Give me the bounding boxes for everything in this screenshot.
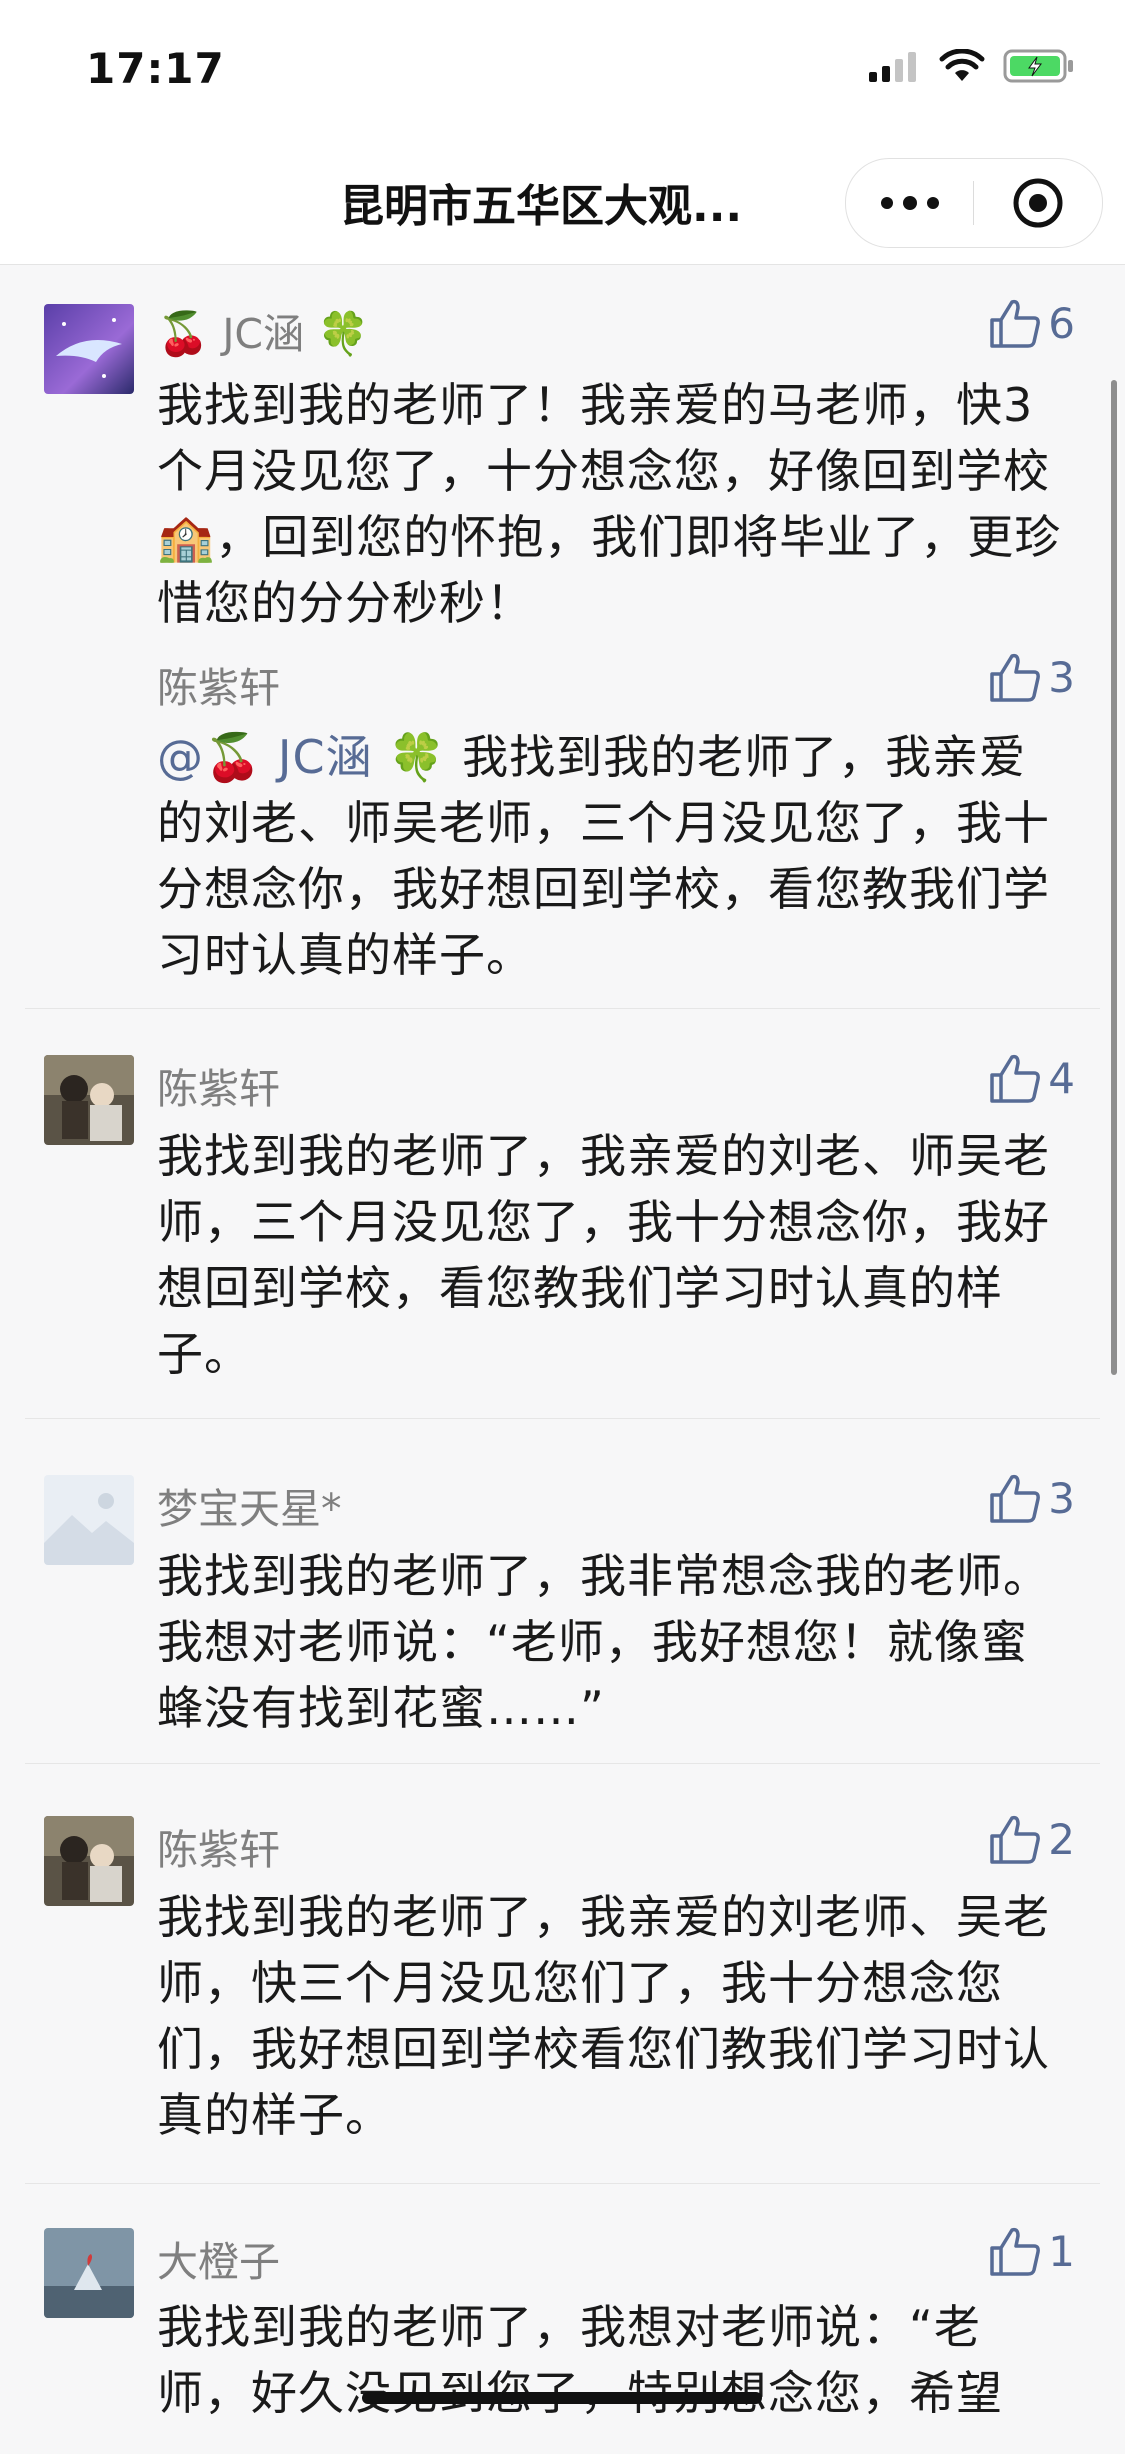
wifi-icon [939, 49, 985, 81]
thumbs-up-icon [990, 299, 1041, 348]
comment-list: 🍒 JC涵 🍀 6 我找到我的老师了！我亲爱的马老师，快3个月没见您了，十分想念… [0, 264, 1125, 2454]
comment-text: 我找到我的老师了，我亲爱的刘老、师吴老师，三个月没见您了，我十分想念你，我好想回… [157, 1129, 1050, 1381]
capsule-menu [845, 158, 1103, 248]
battery-charging-icon [1003, 49, 1073, 83]
avatar[interactable] [44, 2228, 134, 2318]
thumbs-up-icon [990, 653, 1041, 702]
like-count: 1 [1048, 2226, 1075, 2276]
thumbs-up-icon [990, 2227, 1041, 2276]
like-button[interactable]: 1 [988, 2224, 1075, 2278]
avatar-image [44, 1055, 134, 1145]
page-title: 昆明市五华区大观... [340, 181, 743, 232]
like-count: 4 [1048, 1053, 1075, 1103]
image-placeholder-icon [44, 1475, 134, 1565]
thumbs-up-icon [990, 1054, 1041, 1103]
close-mini-program-icon [1013, 178, 1063, 228]
comment-text: 我找到我的老师了，我亲爱的刘老师、吴老师，快三个月没见您们了，我十分想念您们，我… [157, 1890, 1050, 2142]
like-count: 2 [1048, 1814, 1075, 1864]
like-count: 3 [1048, 1473, 1075, 1523]
clover-icon: 🍀 [317, 309, 370, 358]
avatar[interactable] [44, 1055, 134, 1145]
reply-text: @🍒 JC涵 🍀 我找到我的老师了，我亲爱的刘老、师吴老师，三个月没见您了，我十… [157, 724, 1067, 988]
scrollbar[interactable] [1111, 380, 1117, 1375]
comment-item: 陈紫轩 4 我找到我的老师了，我亲爱的刘老、师吴老师，三个月没见您了，我十分想念… [0, 1009, 1125, 1419]
close-mini-program-button[interactable] [974, 159, 1102, 247]
comment-text: 我找到我的老师了，我非常想念我的老师。我想对老师说：“老师，我好想您！就像蜜蜂没… [157, 1549, 1050, 1735]
avatar[interactable] [44, 1475, 134, 1565]
comment-item: 陈紫轩 2 我找到我的老师了，我亲爱的刘老师、吴老师，快三个月没见您们了，我十分… [0, 1764, 1125, 2184]
avatar-image [44, 2228, 134, 2318]
home-indicator[interactable] [362, 2392, 762, 2404]
commenter-name[interactable]: 大橙子 [157, 2228, 280, 2288]
avatar-image [44, 304, 134, 394]
thumbs-up-icon [990, 1474, 1041, 1523]
avatar-image [44, 1816, 134, 1906]
cellular-signal-icon [869, 52, 916, 82]
like-count: 3 [1048, 652, 1075, 702]
thumbs-up-icon [990, 1815, 1041, 1864]
mention-link[interactable]: @🍒 JC涵 🍀 [157, 730, 446, 784]
reply-author-name[interactable]: 陈紫轩 [157, 654, 280, 714]
status-bar: 17:17 [0, 0, 1125, 140]
comment-item: 🍒 JC涵 🍀 6 我找到我的老师了！我亲爱的马老师，快3个月没见您了，十分想念… [0, 264, 1125, 1009]
avatar[interactable] [44, 304, 134, 394]
like-button[interactable]: 6 [988, 296, 1075, 350]
status-icons [869, 48, 1075, 84]
commenter-name[interactable]: 🍒 JC涵 🍀 [157, 300, 369, 360]
cherry-icon: 🍒 [157, 309, 210, 358]
like-count: 6 [1048, 298, 1075, 348]
commenter-name[interactable]: 陈紫轩 [157, 1055, 280, 1115]
comment-item: 梦宝天星* 3 我找到我的老师了，我非常想念我的老师。我想对老师说：“老师，我好… [0, 1419, 1125, 1764]
more-button[interactable] [846, 159, 973, 247]
more-dots-icon [880, 196, 939, 210]
avatar[interactable] [44, 1816, 134, 1906]
reply-like-button[interactable]: 3 [988, 650, 1075, 704]
mini-program-nav-bar: 昆明市五华区大观... [0, 140, 1125, 265]
like-button[interactable]: 2 [988, 1812, 1075, 1866]
comment-text: 我找到我的老师了，我想对老师说：“老师，好久没见到您了，特别想念您，希望 [157, 2300, 1003, 2420]
commenter-name[interactable]: 梦宝天星* [157, 1475, 342, 1535]
like-button[interactable]: 4 [988, 1051, 1075, 1105]
comment-item: 大橙子 1 我找到我的老师了，我想对老师说：“老师，好久没见到您了，特别想念您，… [0, 2184, 1125, 2454]
like-button[interactable]: 3 [988, 1471, 1075, 1525]
commenter-name[interactable]: 陈紫轩 [157, 1816, 280, 1876]
status-time: 17:17 [86, 44, 225, 93]
comment-text: 我找到我的老师了！我亲爱的马老师，快3个月没见您了，十分想念您，好像回到学校🏫，… [157, 378, 1062, 630]
